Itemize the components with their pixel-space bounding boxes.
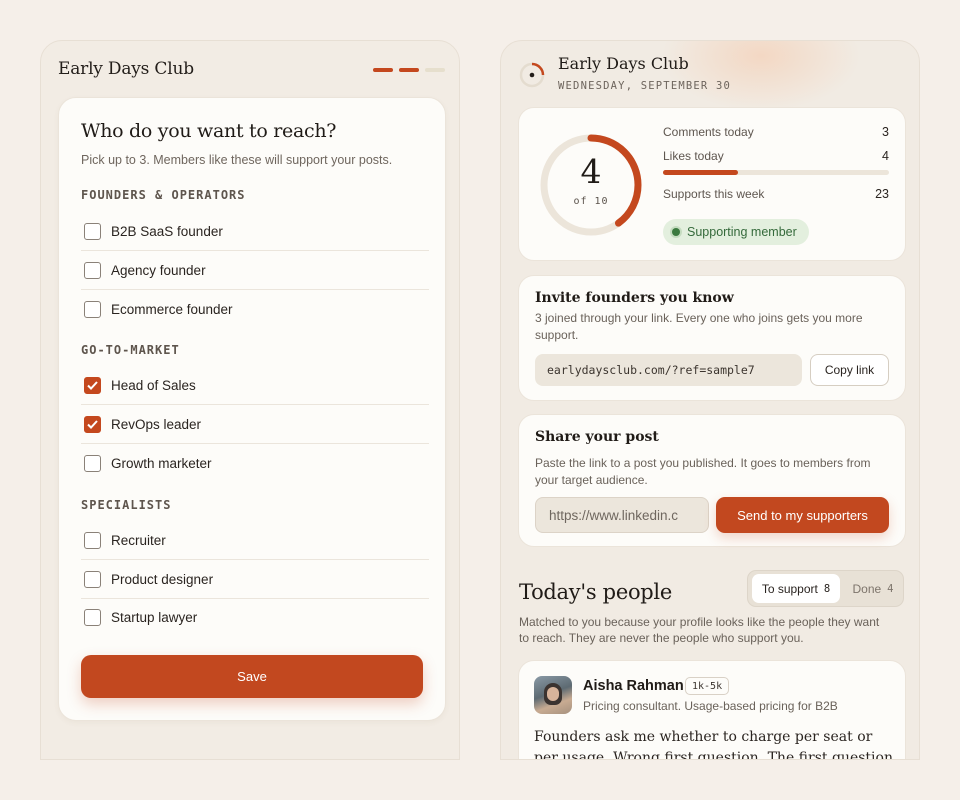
progress-step-1 bbox=[373, 68, 393, 72]
group-label-go-to-market: GO-TO-MARKET bbox=[81, 343, 180, 357]
checkbox-checked[interactable] bbox=[84, 415, 101, 433]
option-head-of-sales[interactable]: Head of Sales bbox=[81, 366, 429, 405]
checkbox[interactable] bbox=[84, 531, 101, 549]
header-glow bbox=[661, 41, 861, 111]
group-label-founders: FOUNDERS & OPERATORS bbox=[81, 188, 246, 202]
tab-count: 8 bbox=[823, 582, 831, 595]
option-ecommerce-founder[interactable]: Ecommerce founder bbox=[81, 290, 429, 329]
avatar bbox=[534, 676, 572, 714]
option-label: Head of Sales bbox=[111, 377, 196, 393]
stat-label: Likes today bbox=[663, 149, 724, 163]
option-label: Recruiter bbox=[111, 532, 166, 548]
tab-to-support[interactable]: To support 8 bbox=[752, 574, 840, 603]
option-product-designer[interactable]: Product designer bbox=[81, 560, 429, 599]
checkbox[interactable] bbox=[84, 455, 101, 472]
ring-of-label: of 10 bbox=[573, 196, 609, 207]
progress-step-3 bbox=[425, 68, 445, 72]
likes-progress-fill bbox=[663, 170, 738, 175]
checkbox-checked[interactable] bbox=[84, 376, 101, 394]
checkbox[interactable] bbox=[84, 301, 101, 318]
option-recruiter[interactable]: Recruiter bbox=[81, 521, 429, 560]
dashboard-screen: Early Days Club WEDNESDAY, SEPTEMBER 30 … bbox=[500, 40, 920, 760]
stats-card: 4 of 10 Comments today 3 Likes today 4 S… bbox=[518, 107, 906, 261]
progress-step-2 bbox=[399, 68, 419, 72]
status-badge: Supporting member bbox=[663, 219, 809, 245]
option-b2b-saas-founder[interactable]: B2B SaaS founder bbox=[81, 212, 429, 251]
date-label: WEDNESDAY, SEPTEMBER 30 bbox=[558, 80, 731, 92]
post-preview: Founders ask me whether to charge per se… bbox=[534, 729, 893, 760]
tab-done[interactable]: Done 4 bbox=[844, 574, 902, 603]
reach-card: Who do you want to reach? Pick up to 3. … bbox=[58, 97, 446, 721]
option-revops-leader[interactable]: RevOps leader bbox=[81, 405, 429, 444]
tab-count: 4 bbox=[887, 582, 894, 595]
option-label: Ecommerce founder bbox=[111, 302, 233, 317]
stat-value: 23 bbox=[875, 187, 889, 201]
checkbox[interactable] bbox=[84, 570, 101, 588]
stat-label: Supports this week bbox=[663, 187, 765, 201]
share-title: Share your post bbox=[535, 429, 659, 445]
option-label: Agency founder bbox=[111, 262, 206, 278]
option-label: Growth marketer bbox=[111, 456, 212, 471]
option-label: B2B SaaS founder bbox=[111, 223, 223, 239]
app-title: Early Days Club bbox=[558, 54, 689, 73]
tab-label: Done bbox=[852, 581, 882, 596]
send-to-supporters-button[interactable]: Send to my supporters bbox=[716, 497, 889, 533]
save-button[interactable]: Save bbox=[81, 655, 423, 698]
invite-description: 3 joined through your link. Every one wh… bbox=[535, 311, 863, 342]
invite-title: Invite founders you know bbox=[535, 290, 734, 306]
follower-range-badge: 1k-5k bbox=[685, 677, 730, 695]
invite-card: Invite founders you know 3 joined throug… bbox=[518, 275, 906, 401]
person-card[interactable]: Aisha Rahman 1k-5k Pricing consultant. U… bbox=[518, 660, 906, 760]
audience-screen: Early Days Club Who do you want to reach… bbox=[40, 40, 460, 760]
daily-progress-ring: 4 of 10 bbox=[538, 132, 644, 238]
stat-likes: Likes today 4 bbox=[663, 149, 889, 163]
stat-value: 3 bbox=[882, 125, 889, 139]
tab-label: To support bbox=[761, 581, 818, 596]
checkbox[interactable] bbox=[84, 222, 101, 240]
reach-subheading: Pick up to 3. Members like these will su… bbox=[81, 153, 393, 167]
likes-progress-bar bbox=[663, 170, 889, 175]
app-title: Early Days Club bbox=[58, 59, 194, 79]
share-description: Paste the link to a post you published. … bbox=[535, 456, 871, 487]
stat-comments: Comments today 3 bbox=[663, 125, 889, 139]
option-label: RevOps leader bbox=[111, 416, 202, 432]
copy-link-button[interactable]: Copy link bbox=[810, 354, 889, 386]
option-agency-founder[interactable]: Agency founder bbox=[81, 251, 429, 290]
logo-ring-icon bbox=[519, 62, 545, 88]
people-description: Matched to you because your profile look… bbox=[519, 615, 880, 645]
person-role: Pricing consultant. Usage-based pricing … bbox=[583, 699, 838, 713]
checkbox[interactable] bbox=[84, 261, 101, 279]
share-card: Share your post Paste the link to a post… bbox=[518, 414, 906, 547]
stat-label: Comments today bbox=[663, 125, 754, 139]
reach-heading: Who do you want to reach? bbox=[81, 120, 337, 142]
people-filter-tabs: To support 8 Done 4 bbox=[747, 570, 904, 607]
post-url-input[interactable] bbox=[535, 497, 709, 533]
people-section-title: Today's people bbox=[519, 580, 672, 604]
stat-value: 4 bbox=[882, 149, 889, 163]
checkbox[interactable] bbox=[84, 609, 101, 626]
option-label: Product designer bbox=[111, 571, 214, 587]
group-label-specialists: SPECIALISTS bbox=[81, 498, 172, 512]
referral-link-field[interactable]: earlydaysclub.com/?ref=sample7 bbox=[535, 354, 802, 386]
onboarding-progress bbox=[373, 68, 445, 72]
ring-value: 4 bbox=[580, 152, 602, 191]
option-growth-marketer[interactable]: Growth marketer bbox=[81, 444, 429, 483]
option-startup-lawyer[interactable]: Startup lawyer bbox=[81, 598, 429, 637]
stat-supports: Supports this week 23 bbox=[663, 187, 889, 201]
person-name: Aisha Rahman bbox=[583, 678, 684, 694]
option-label: Startup lawyer bbox=[111, 610, 198, 625]
